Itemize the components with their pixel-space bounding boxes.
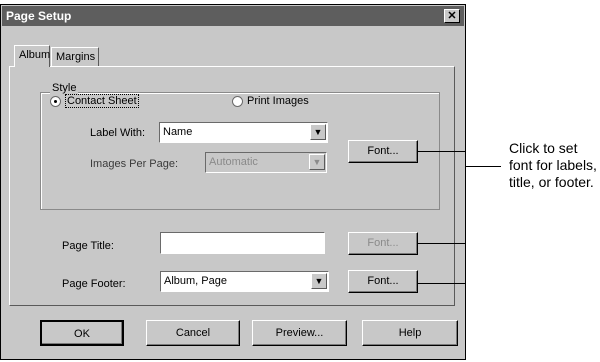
label-with-value: Name	[163, 126, 193, 138]
footer-font-button[interactable]: Font...	[348, 270, 418, 293]
callout-line-footer-font	[418, 283, 466, 284]
label-with-select[interactable]: Name ▼	[159, 122, 328, 143]
style-group-label: Style	[50, 82, 79, 94]
ok-button[interactable]: OK	[40, 320, 124, 346]
chevron-down-icon: ▼	[314, 276, 324, 286]
preview-button[interactable]: Preview...	[252, 320, 347, 346]
images-per-page-select[interactable]: Automatic ▼	[205, 152, 327, 173]
chevron-down-icon: ▼	[313, 127, 323, 137]
close-icon: ✕	[447, 10, 457, 22]
title-font-button-text: Font...	[367, 237, 399, 249]
callout-line-label-font	[418, 151, 466, 152]
page-footer-dropdown-button[interactable]: ▼	[311, 273, 327, 289]
images-per-page-value: Automatic	[209, 156, 258, 168]
preview-button-text: Preview...	[275, 327, 324, 339]
label-with-dropdown-button[interactable]: ▼	[310, 124, 326, 140]
dialog-title: Page Setup	[6, 9, 72, 23]
chevron-down-icon: ▼	[312, 157, 322, 167]
footer-font-button-text: Font...	[367, 275, 399, 287]
page-footer-value: Album, Page	[164, 275, 227, 287]
tab-album-label: Album	[19, 49, 51, 61]
close-button[interactable]: ✕	[444, 9, 460, 23]
print-images-radio[interactable]	[232, 96, 243, 107]
images-per-page-dropdown-button[interactable]: ▼	[309, 154, 325, 170]
page-footer-label: Page Footer:	[62, 278, 126, 290]
contact-sheet-radio[interactable]	[50, 96, 61, 107]
callout-text: Click to set font for labels, title, or …	[509, 140, 597, 190]
help-button-text: Help	[398, 327, 422, 339]
callout-bracket	[465, 151, 466, 284]
tab-margins[interactable]: Margins	[51, 47, 99, 66]
cancel-button-text: Cancel	[175, 327, 211, 339]
title-bar[interactable]: Page Setup ✕	[2, 6, 464, 26]
cancel-button[interactable]: Cancel	[146, 320, 240, 346]
radio-selected-dot	[54, 100, 57, 103]
callout-line-title-font	[418, 243, 466, 244]
help-button[interactable]: Help	[362, 320, 458, 346]
callout-pointer-line	[466, 166, 501, 167]
label-font-button[interactable]: Font...	[348, 140, 418, 163]
print-images-label[interactable]: Print Images	[247, 95, 309, 107]
tab-album[interactable]: Album	[14, 45, 50, 67]
page-title-label: Page Title:	[62, 240, 114, 252]
tab-margins-label: Margins	[56, 51, 96, 63]
title-font-button[interactable]: Font...	[348, 232, 418, 255]
page-title-input[interactable]	[160, 232, 325, 254]
page-footer-select[interactable]: Album, Page ▼	[160, 271, 329, 292]
contact-sheet-label[interactable]: Contact Sheet	[65, 94, 139, 108]
label-font-button-text: Font...	[367, 145, 399, 157]
images-per-page-label: Images Per Page:	[90, 158, 179, 170]
label-with-label: Label With:	[90, 127, 146, 139]
ok-button-text: OK	[74, 328, 90, 340]
